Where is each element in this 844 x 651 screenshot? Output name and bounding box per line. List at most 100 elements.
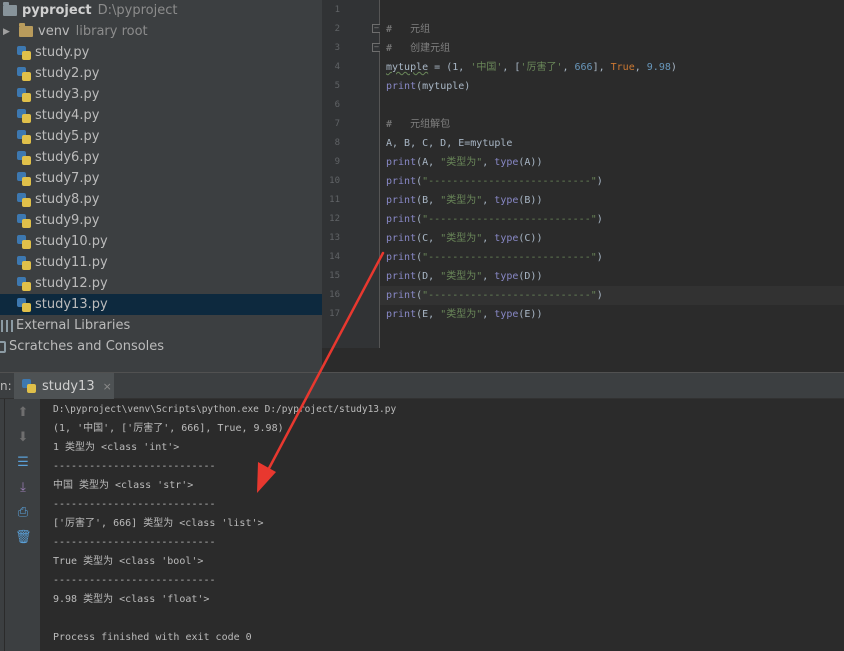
expand-arrow-icon[interactable]: ▶ (3, 27, 10, 37)
code-token: print (386, 195, 417, 206)
file-label: study11.py (35, 255, 108, 270)
code-token: (E, (416, 309, 441, 320)
code-token: print (386, 309, 417, 320)
tree-item-file[interactable]: study.py (0, 42, 322, 63)
code-token: ) (596, 176, 603, 187)
file-label: study9.py (35, 213, 100, 228)
code-token: (B, (416, 195, 441, 206)
python-file-icon (17, 108, 31, 123)
line-number: 13 (329, 233, 340, 243)
scroll-to-end-icon[interactable]: ⤓ (15, 480, 31, 496)
code-token: (A)) (518, 157, 543, 168)
code-token: 9.98 (646, 62, 671, 73)
line-number: 8 (334, 138, 340, 148)
editor-empty-area (322, 348, 844, 372)
trash-icon[interactable]: 🗑 (15, 530, 32, 546)
tree-item-file[interactable]: study13.py (0, 294, 322, 315)
tree-item-venv[interactable]: ▶ venv library root (0, 21, 322, 42)
python-file-icon (17, 45, 31, 60)
line-number: 6 (334, 100, 340, 110)
tree-item-file[interactable]: study3.py (0, 84, 322, 105)
code-token: (C)) (518, 233, 543, 244)
python-file-icon (17, 192, 31, 207)
code-line: # 元组解包 (386, 115, 450, 134)
toolbar-divider (4, 399, 5, 651)
code-token: '中国' (470, 62, 503, 73)
console-line: D:\pyproject\venv\Scripts\python.exe D:/… (53, 404, 397, 415)
file-label: study.py (35, 45, 90, 60)
line-number: 12 (329, 214, 340, 224)
code-token: 666 (574, 62, 593, 73)
tree-item-external-libraries[interactable]: External Libraries (0, 315, 322, 336)
tree-item-file[interactable]: study12.py (0, 273, 322, 294)
python-file-icon (17, 234, 31, 249)
tree-item-file[interactable]: study2.py (0, 63, 322, 84)
code-token: A, B, C, D, E=mytuple (386, 138, 513, 149)
tree-item-file[interactable]: study4.py (0, 105, 322, 126)
code-token: , (562, 62, 575, 73)
code-token: (D)) (518, 271, 543, 282)
code-line: print("---------------------------") (386, 248, 603, 267)
tree-item-file[interactable]: study7.py (0, 168, 322, 189)
python-file-icon (17, 150, 31, 165)
python-file-icon (17, 213, 31, 228)
line-number: 4 (334, 62, 340, 72)
code-token: print (386, 271, 417, 282)
code-token: , (482, 271, 495, 282)
tree-item-file[interactable]: study10.py (0, 231, 322, 252)
code-token: ) (596, 290, 603, 301)
run-console[interactable]: D:\pyproject\venv\Scripts\python.exe D:/… (40, 399, 844, 651)
code-token: print (386, 81, 417, 92)
code-token: (A, (416, 157, 441, 168)
folder-icon (19, 23, 33, 37)
code-token: "---------------------------" (422, 252, 597, 263)
code-line: print("---------------------------") (386, 286, 603, 305)
code-token: "类型为" (440, 233, 483, 244)
scroll-down-icon[interactable]: ⬇ (15, 430, 31, 446)
soft-wrap-icon[interactable]: ☰ (15, 455, 31, 471)
file-label: study7.py (35, 171, 100, 186)
code-line: print(mytuple) (386, 77, 470, 96)
code-token: '厉害了' (520, 62, 563, 73)
code-token: True (610, 62, 635, 73)
project-root-path: D:\pyproject (97, 3, 178, 18)
code-editor[interactable]: # 元组 # 创建元组 mytuple = (1, '中国', ['厉害了', 66… (380, 0, 844, 348)
print-icon[interactable]: ⎙ (15, 505, 31, 521)
tree-item-file[interactable]: study8.py (0, 189, 322, 210)
run-tool-window-header: n: study13 × (0, 372, 844, 399)
line-number: 1 (334, 5, 340, 15)
tree-item-project-root[interactable]: pyproject D:\pyproject (0, 0, 322, 21)
code-token: (B)) (518, 195, 543, 206)
file-label: study5.py (35, 129, 100, 144)
code-token: (C, (416, 233, 441, 244)
project-tool-window: pyproject D:\pyproject ▶ venv library ro… (0, 0, 322, 372)
scratches-label: Scratches and Consoles (9, 339, 165, 354)
folder-icon (3, 2, 17, 16)
tree-item-file[interactable]: study9.py (0, 210, 322, 231)
file-label: study12.py (35, 276, 108, 291)
tab-study13[interactable]: study13 × (14, 373, 114, 399)
code-token: , (482, 195, 495, 206)
close-icon[interactable]: × (103, 380, 112, 393)
python-file-icon (17, 87, 31, 102)
python-file-icon (17, 171, 31, 186)
console-line: True 类型为 <class 'bool'> (53, 556, 204, 567)
console-line: Process finished with exit code 0 (53, 632, 252, 643)
code-token: , (482, 233, 495, 244)
code-token: , (482, 309, 495, 320)
line-number: 7 (334, 119, 340, 129)
line-number: 11 (329, 195, 340, 205)
library-icon (1, 319, 13, 332)
tree-item-file[interactable]: study11.py (0, 252, 322, 273)
code-token: mytuple (386, 62, 429, 73)
code-line: print(C, "类型为", type(C)) (386, 229, 542, 248)
code-token: print (386, 176, 417, 187)
code-token: # 创建元组 (386, 43, 451, 54)
editor-gutter[interactable]: 1 2 3 4 5 6 7 8 9 10 11 12 13 14 15 16 17 − − (322, 0, 381, 348)
tree-item-file[interactable]: study5.py (0, 126, 322, 147)
tree-item-scratches[interactable]: Scratches and Consoles (0, 336, 322, 357)
code-token: ], (592, 62, 611, 73)
scroll-up-icon[interactable]: ⬆ (15, 405, 31, 421)
code-token: , [ (502, 62, 521, 73)
tree-item-file[interactable]: study6.py (0, 147, 322, 168)
